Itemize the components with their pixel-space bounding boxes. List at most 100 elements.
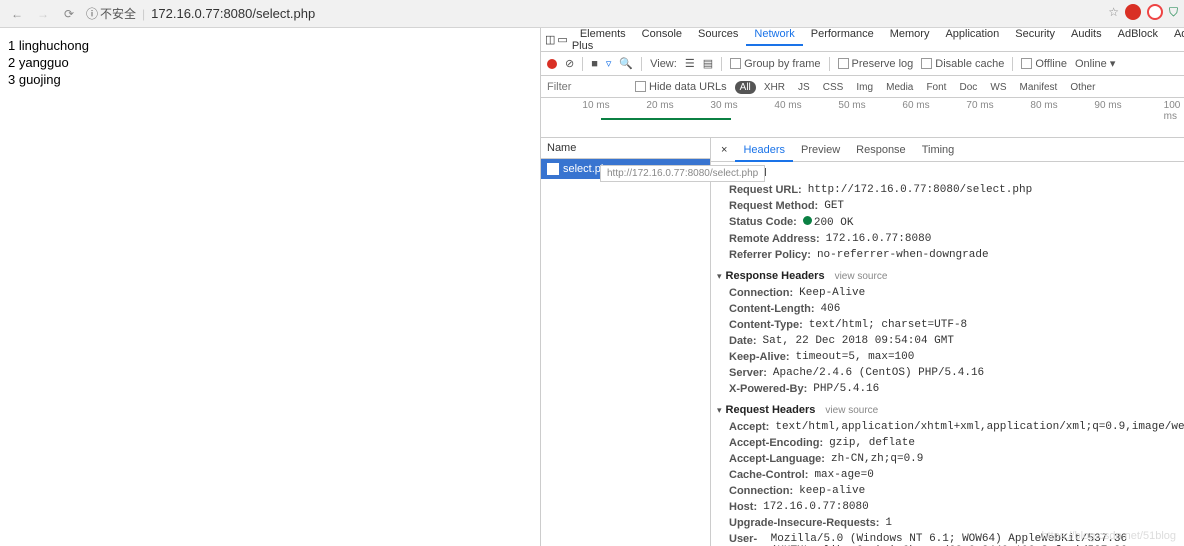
section-response[interactable]: Response Headersview source xyxy=(711,267,1184,285)
devtools-tab-audits[interactable]: Audits xyxy=(1063,24,1110,44)
timeline-tick: 100 ms xyxy=(1164,100,1181,122)
offline-checkbox[interactable]: Offline xyxy=(1021,58,1067,70)
bookmark-star-icon[interactable]: ☆ xyxy=(1108,5,1119,19)
timeline-tick: 10 ms xyxy=(582,100,609,111)
timeline-tick: 80 ms xyxy=(1030,100,1057,111)
devtools-tab-console[interactable]: Console xyxy=(634,24,690,44)
devtools-tab-network[interactable]: Network xyxy=(746,24,802,46)
devtools-tab-performance[interactable]: Performance xyxy=(803,24,882,44)
view-source-link[interactable]: view source xyxy=(825,405,878,416)
detail-tab-timing[interactable]: Timing xyxy=(914,140,963,160)
filter-bar: Hide data URLs All XHR JS CSS Img Media … xyxy=(541,76,1184,98)
view-label: View: xyxy=(650,58,677,70)
devtools-tabs: ◫ ▭ ElementsConsoleSourcesNetworkPerform… xyxy=(541,28,1184,52)
header-row: Keep-Alive:timeout=5, max=100 xyxy=(711,349,1184,365)
filter-icon[interactable]: ▿ xyxy=(606,57,612,70)
watermark: https://blog.csdn.net/51blog xyxy=(1041,530,1176,542)
security-indicator: ⓘ 不安全 xyxy=(86,5,136,22)
header-row: Content-Length:406 xyxy=(711,301,1184,317)
timeline-tick: 70 ms xyxy=(966,100,993,111)
timeline-tick: 60 ms xyxy=(902,100,929,111)
close-detail-button[interactable]: × xyxy=(715,144,733,156)
camera-icon[interactable]: ■ xyxy=(591,58,598,70)
url-text: 172.16.0.77:8080/select.php xyxy=(151,6,315,21)
header-row: Server:Apache/2.4.6 (CentOS) PHP/5.4.16 xyxy=(711,365,1184,381)
insecure-label: 不安全 xyxy=(100,5,136,22)
header-row: Referrer Policy:no-referrer-when-downgra… xyxy=(711,247,1184,263)
header-row: Status Code:200 OK xyxy=(711,214,1184,231)
filter-type-font[interactable]: Font xyxy=(921,81,951,94)
detail-tab-response[interactable]: Response xyxy=(848,140,914,160)
header-row: Host:172.16.0.77:8080 xyxy=(711,499,1184,515)
filter-type-css[interactable]: CSS xyxy=(818,81,849,94)
header-row: Accept-Language:zh-CN,zh;q=0.9 xyxy=(711,451,1184,467)
timeline-tick: 30 ms xyxy=(710,100,737,111)
filter-type-doc[interactable]: Doc xyxy=(955,81,983,94)
header-row: X-Powered-By:PHP/5.4.16 xyxy=(711,381,1184,397)
group-by-frame-checkbox[interactable]: Group by frame xyxy=(730,58,820,70)
section-general[interactable]: General xyxy=(711,164,1184,182)
devtools-tab-memory[interactable]: Memory xyxy=(882,24,938,44)
timeline-tick: 90 ms xyxy=(1094,100,1121,111)
search-icon[interactable]: 🔍 xyxy=(619,57,633,70)
header-row: Request URL:http://172.16.0.77:8080/sele… xyxy=(711,182,1184,198)
header-row: Content-Type:text/html; charset=UTF-8 xyxy=(711,317,1184,333)
timeline-tick: 20 ms xyxy=(646,100,673,111)
filter-type-img[interactable]: Img xyxy=(851,81,878,94)
header-row: Accept-Encoding:gzip, deflate xyxy=(711,435,1184,451)
throttling-select[interactable]: Online ▾ xyxy=(1075,57,1115,70)
back-button[interactable]: ← xyxy=(8,7,26,21)
filter-type-xhr[interactable]: XHR xyxy=(759,81,790,94)
opera-icon[interactable] xyxy=(1147,4,1163,20)
reload-button[interactable]: ⟳ xyxy=(60,7,78,21)
large-rows-icon[interactable]: ☰ xyxy=(685,57,695,70)
devtools-panel: ◫ ▭ ElementsConsoleSourcesNetworkPerform… xyxy=(540,28,1184,546)
preserve-log-checkbox[interactable]: Preserve log xyxy=(838,58,914,70)
filter-type-manifest[interactable]: Manifest xyxy=(1015,81,1063,94)
timeline-tick: 40 ms xyxy=(774,100,801,111)
info-icon: ⓘ xyxy=(86,5,98,22)
detail-tabs: × HeadersPreviewResponseTiming xyxy=(711,138,1184,162)
hide-data-urls-checkbox[interactable]: Hide data URLs xyxy=(635,81,727,93)
filter-type-other[interactable]: Other xyxy=(1065,81,1100,94)
devtools-tab-adblock[interactable]: AdBlock xyxy=(1110,24,1166,44)
devtools-tab-application[interactable]: Application xyxy=(937,24,1007,44)
detail-tab-preview[interactable]: Preview xyxy=(793,140,848,160)
name-column-header[interactable]: Name xyxy=(541,138,710,159)
header-row: Request Method:GET xyxy=(711,198,1184,214)
request-list: Name select.php xyxy=(541,138,711,546)
forward-button[interactable]: → xyxy=(34,7,52,21)
waterfall-icon[interactable]: ▤ xyxy=(703,57,713,70)
inspect-icon[interactable]: ◫ xyxy=(545,33,555,46)
header-row: Upgrade-Insecure-Requests:1 xyxy=(711,515,1184,531)
clear-button[interactable]: ⊘ xyxy=(565,57,574,70)
filter-type-all[interactable]: All xyxy=(735,81,756,94)
abp-icon[interactable] xyxy=(1125,4,1141,20)
header-row: Accept:text/html,application/xhtml+xml,a… xyxy=(711,419,1184,435)
extensions-area: ☆ ⛉ xyxy=(1108,4,1178,20)
devtools-tab-security[interactable]: Security xyxy=(1007,24,1063,44)
record-button[interactable] xyxy=(547,59,557,69)
view-source-link[interactable]: view source xyxy=(835,271,888,282)
device-toggle-icon[interactable]: ▭ xyxy=(557,33,567,46)
shield-icon[interactable]: ⛉ xyxy=(1169,5,1178,20)
filter-type-js[interactable]: JS xyxy=(793,81,815,94)
detail-tab-headers[interactable]: Headers xyxy=(735,140,793,162)
disable-cache-checkbox[interactable]: Disable cache xyxy=(921,58,1004,70)
file-icon xyxy=(547,163,559,175)
section-request[interactable]: Request Headersview source xyxy=(711,401,1184,419)
header-row: Connection:keep-alive xyxy=(711,483,1184,499)
header-row: Date:Sat, 22 Dec 2018 09:54:04 GMT xyxy=(711,333,1184,349)
network-toolbar: ⊘ ■ ▿ 🔍 View: ☰ ▤ Group by frame Preserv… xyxy=(541,52,1184,76)
request-detail: × HeadersPreviewResponseTiming GeneralRe… xyxy=(711,138,1184,546)
filter-type-media[interactable]: Media xyxy=(881,81,918,94)
header-row: Cache-Control:max-age=0 xyxy=(711,467,1184,483)
filter-type-ws[interactable]: WS xyxy=(985,81,1011,94)
timeline[interactable]: 10 ms 20 ms 30 ms 40 ms 50 ms 60 ms 70 ms 80 ms… xyxy=(541,98,1184,138)
url-tooltip: http://172.16.0.77:8080/select.php xyxy=(600,165,765,182)
header-row: Remote Address:172.16.0.77:8080 xyxy=(711,231,1184,247)
filter-input[interactable] xyxy=(547,81,627,93)
timeline-tick: 50 ms xyxy=(838,100,865,111)
address-bar[interactable]: ⓘ 不安全 | 172.16.0.77:8080/select.php xyxy=(86,5,1176,22)
devtools-tab-sources[interactable]: Sources xyxy=(690,24,746,44)
